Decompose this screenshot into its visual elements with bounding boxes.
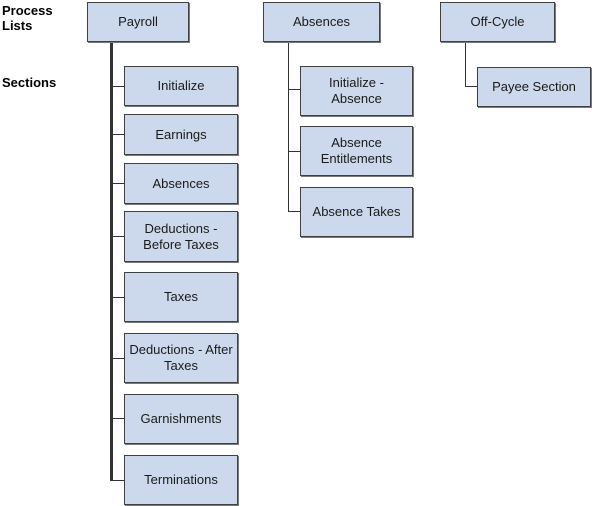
process-list-absences[interactable]: Absences [263, 2, 380, 42]
connector [288, 151, 300, 152]
section-label: Deductions - After Taxes [129, 342, 233, 373]
sections-label: Sections [2, 75, 57, 90]
absences-trunk-line [288, 41, 289, 212]
connector [112, 480, 124, 481]
section-label: Absence Takes [312, 204, 401, 219]
section-taxes[interactable]: Taxes [124, 272, 238, 322]
off-cycle-trunk-line [465, 41, 466, 87]
process-list-label: Absences [292, 14, 351, 29]
connector [112, 358, 124, 359]
section-label: Deductions - Before Taxes [143, 220, 219, 252]
section-deductions-before-taxes[interactable]: Deductions - Before Taxes [124, 211, 238, 262]
section-label: Terminations [144, 472, 218, 487]
connector [112, 418, 124, 419]
connector [288, 211, 300, 212]
section-absence-entitlements[interactable]: Absence Entitlements [300, 126, 413, 176]
section-initialize-absence[interactable]: Initialize - Absence [300, 66, 413, 116]
section-label: Absences [152, 175, 210, 191]
section-label: Absence Entitlements [320, 135, 393, 166]
connector [112, 183, 124, 184]
section-earnings[interactable]: Earnings [124, 114, 238, 155]
section-label: Taxes [164, 289, 198, 304]
payroll-trunk-line [110, 41, 113, 481]
section-payee-section[interactable]: Payee Section [477, 67, 591, 107]
connector [112, 297, 124, 298]
section-label: Earnings [155, 126, 207, 142]
section-garnishments[interactable]: Garnishments [124, 394, 238, 444]
section-absence-takes[interactable]: Absence Takes [300, 187, 413, 237]
section-absences[interactable]: Absences [124, 163, 238, 204]
connector [288, 89, 300, 90]
section-terminations[interactable]: Terminations [124, 455, 238, 505]
process-list-payroll[interactable]: Payroll [87, 2, 189, 42]
section-initialize[interactable]: Initialize [124, 66, 238, 106]
section-label: Payee Section [492, 79, 576, 94]
connector [112, 134, 124, 135]
process-list-label: Payroll [118, 14, 158, 29]
section-label: Garnishments [140, 411, 222, 426]
section-deductions-after-taxes[interactable]: Deductions - After Taxes [124, 333, 238, 383]
connector [112, 236, 124, 237]
process-list-off-cycle[interactable]: Off-Cycle [440, 2, 555, 42]
section-label: Initialize - Absence [329, 75, 384, 106]
process-lists-label: Process Lists [2, 3, 53, 33]
connector [465, 86, 477, 87]
section-label: Initialize [157, 78, 205, 93]
connector [112, 86, 124, 87]
process-list-label: Off-Cycle [470, 14, 525, 29]
